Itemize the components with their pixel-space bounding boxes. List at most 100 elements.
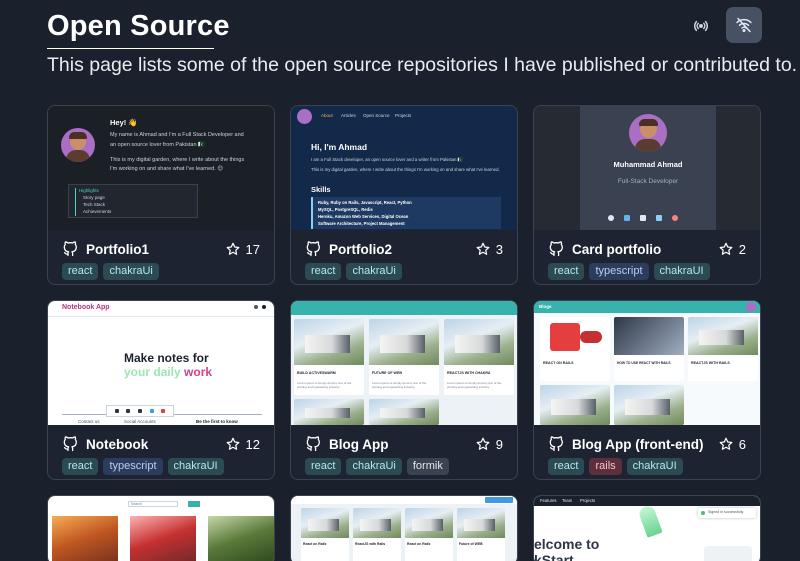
repo-name[interactable]: Portfolio1 [86,242,226,257]
app-brand: Blogs [539,304,552,309]
nav-link: Articles [341,113,356,118]
star-count: 9 [476,437,503,452]
tag[interactable]: chakraUi [103,263,159,280]
blog-post-card: HOW TO USE REACT WITH RAILS [614,317,684,381]
star-count: 3 [476,242,503,257]
leaf-illustration [637,504,663,538]
skill-line: MySQL, PostgreSQL, Redis [318,207,373,212]
tag[interactable]: react [305,263,342,280]
tag[interactable]: chakraUI [626,458,683,475]
repo-name[interactable]: Notebook [86,437,226,452]
repo-card[interactable]: Features Team Projects Signed in success… [533,495,761,561]
intro-line: This is my digital garden, where I write… [311,167,500,172]
post-title: ReactJS with Rails [355,542,386,546]
star-count-value: 6 [738,436,746,452]
repo-card[interactable]: Muhammad Ahmad Full-Stack Developer Card… [533,105,761,285]
post-title: REACT ON RAILS [543,361,574,365]
post-title: Future of WEB [459,542,483,546]
repo-thumbnail: Notebook App Make notes for your daily w… [48,301,274,425]
avatar [629,114,667,152]
repo-card[interactable]: React on Rails ReactJS with Rails React … [290,495,518,561]
github-icon [306,436,320,452]
repo-thumbnail: Features Team Projects Signed in success… [534,496,760,561]
page-subtitle: This page lists some of the open source … [47,54,798,76]
post-image [52,516,118,561]
tag[interactable]: chakraUi [346,263,402,280]
intro-line: an open source lover from Pakistan 🇵🇰 [110,142,205,148]
footer-heading: Be the first to know [196,419,238,424]
tag-list: react chakraUi [305,263,402,280]
wifi-off-button[interactable] [726,7,762,43]
repo-card[interactable]: Hey! 👋 My name is Ahmad and I'm a Full S… [47,105,275,285]
repo-card[interactable]: BUILD ACTIVESWARM Lorem ipsum is simply … [290,300,518,480]
post-excerpt: Lorem ipsum is simply dummy text of the … [372,381,427,389]
hero-card [704,546,752,561]
skills-heading: Skills [311,185,331,194]
repo-card[interactable]: Blogs REACT ON RAILS HOW TO USE REACT WI… [533,300,761,480]
skill-line: Ruby, Ruby on Rails, Javascript, React, … [318,200,412,205]
blog-post-card [294,399,364,425]
highlights-box: Highlights Story page Tech Stack Achieve… [68,184,198,218]
tag[interactable]: typescript [103,458,163,475]
tag[interactable]: react [62,263,99,280]
page-header: Open Source [47,8,230,49]
post-title: HOW TO USE REACT WITH RAILS [617,361,671,365]
post-image [208,516,274,561]
star-count-value: 17 [245,241,260,257]
hero-line: elcome to [534,536,599,552]
search-button [188,501,200,507]
hero-line: Make notes for [124,351,209,365]
blog-post-card: FUTURE OF WEB Lorem ipsum is simply dumm… [369,319,439,395]
tag[interactable]: formik [406,458,449,475]
repo-card[interactable]: Notebook App Make notes for your daily w… [47,300,275,480]
post-title: REACTJS WITH RAILS [691,361,730,365]
post-title: BUILD ACTIVESWARM [297,371,336,375]
repo-name[interactable]: Blog App (front-end) [572,437,719,452]
tag[interactable]: typescript [589,263,649,280]
star-count: 6 [719,437,746,452]
hero-text: kStart [534,552,574,561]
post-image [130,516,196,561]
repo-card[interactable]: About Articles Open Source Projects Hi, … [290,105,518,285]
toast-message: Signed in successfully [708,510,744,514]
blog-navbar: Blogs [534,301,760,313]
app-brand: Notebook App [62,304,110,311]
repo-thumbnail: React on Rails ReactJS with Rails React … [291,496,517,561]
repo-card[interactable]: Search [47,495,275,561]
blog-post-card [369,399,439,425]
tag[interactable]: react [548,458,585,475]
star-icon [226,437,239,450]
blog-post-card: React on Rails [405,508,453,561]
star-count-value: 2 [738,241,746,257]
repo-thumbnail: About Articles Open Source Projects Hi, … [291,106,517,230]
blog-post-card: REACT ON RAILS [540,317,610,381]
repo-title-row: Blog App 9 [305,433,503,455]
hero-highlight: work [184,365,213,379]
tag[interactable]: react [548,263,585,280]
tag[interactable]: rails [589,458,622,475]
github-icon [63,436,77,452]
site-navbar: Features Team Projects [534,496,760,506]
tag[interactable]: chakraUI [167,458,224,475]
tag[interactable]: react [62,458,99,475]
blog-post-card: React on Rails [301,508,349,561]
star-count-value: 9 [495,436,503,452]
repo-name[interactable]: Card portfolio [572,242,719,257]
tag[interactable]: chakraUI [653,263,710,280]
star-count: 17 [226,242,260,257]
blog-post-card: BUILD ACTIVESWARM Lorem ipsum is simply … [294,319,364,395]
repo-name[interactable]: Blog App [329,437,476,452]
repo-thumbnail: Hey! 👋 My name is Ahmad and I'm a Full S… [48,106,274,230]
post-excerpt: Lorem ipsum is simply dummy text of the … [297,381,352,389]
highlight-item: Story page [83,195,105,200]
profile-card: Muhammad Ahmad Full-Stack Developer [580,106,716,230]
post-title: FUTURE OF WEB [372,371,402,375]
star-count-value: 12 [245,436,260,452]
broadcast-icon[interactable] [688,12,714,38]
tag[interactable]: chakraUi [346,458,402,475]
nav-link: Features [540,498,557,503]
repo-name[interactable]: Portfolio2 [329,242,476,257]
star-count-value: 3 [495,241,503,257]
tag[interactable]: react [305,458,342,475]
blog-post-card: ReactJS with Rails [353,508,401,561]
